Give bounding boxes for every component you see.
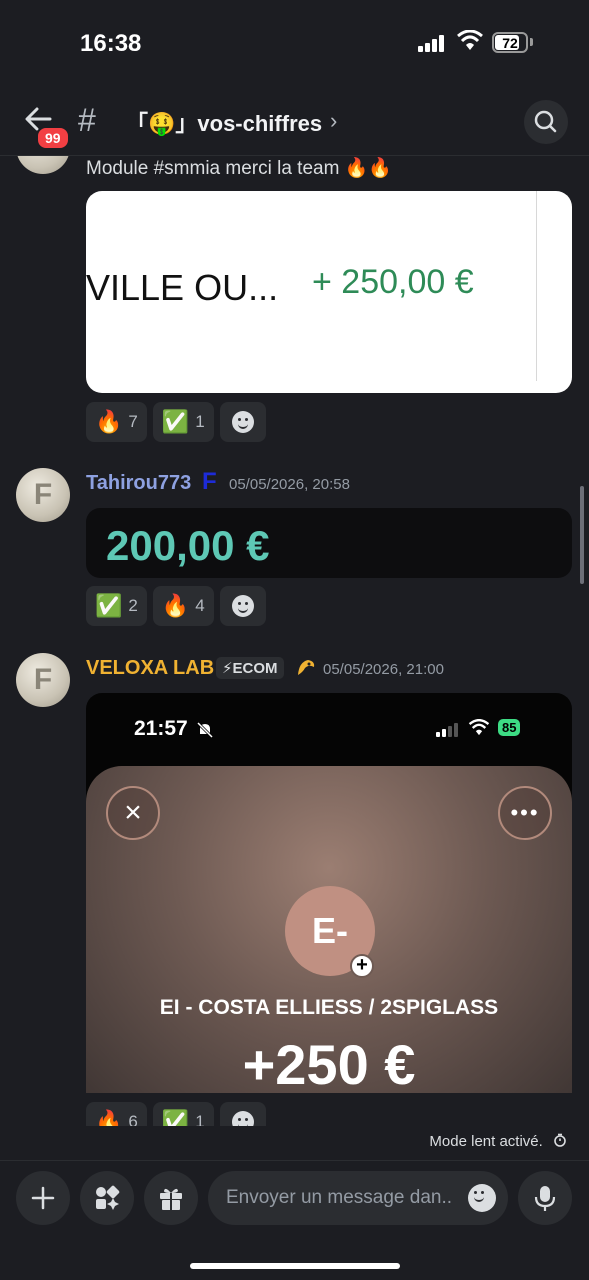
add-reaction-button[interactable] [219,586,266,626]
timestamp: 05/05/2026, 20:58 [229,476,350,493]
user-badge: F [202,468,217,495]
battery-icon: 85 [498,719,521,736]
hash-icon: # [78,102,96,138]
reaction-fire[interactable]: 🔥 6 [86,1102,147,1126]
chevron-right-icon[interactable]: › [330,108,337,134]
reaction-check[interactable]: ✅ 1 [152,1102,214,1126]
bell-muted-icon [196,721,214,739]
reaction-bar: 🔥 6 ✅ 1 [86,1102,266,1126]
voice-message-button[interactable] [518,1171,572,1225]
message-placeholder: Envoyer un message dan.. [226,1187,453,1208]
battery-level: 72 [502,35,518,51]
message-text: Module #smmia merci la team 🔥🔥 [86,158,393,179]
home-indicator [190,1263,400,1269]
reaction-fire[interactable]: 🔥 4 [152,586,214,626]
wifi-icon [457,30,483,50]
add-attachment-button[interactable] [16,1171,70,1225]
avatar[interactable]: F [16,156,70,174]
reaction-check[interactable]: ✅ 1 [152,402,214,442]
apps-icon [96,1185,120,1210]
apps-button[interactable] [80,1171,134,1225]
reaction-bar: 🔥 7 ✅ 1 [86,402,266,442]
username[interactable]: VELOXA LAB [86,657,214,680]
image-text: VILLE OU... [86,267,279,308]
add-reaction-button[interactable] [219,402,266,442]
message-composer: Envoyer un message dan.. [0,1160,589,1280]
screenshot-time: 21:57 [134,717,188,740]
username[interactable]: Tahirou773 [86,472,191,495]
unread-badge: 99 [36,126,70,150]
avatar[interactable]: F [16,468,70,522]
stopwatch-icon [554,1133,566,1147]
search-icon [534,110,557,133]
signal-icon [418,34,448,52]
more-options-icon: ••• [498,786,552,840]
status-time: 16:38 [80,30,142,57]
slow-mode-notice: Mode lent activé. [429,1133,567,1150]
plus-icon: + [350,954,374,978]
message-input[interactable]: Envoyer un message dan.. [208,1171,508,1225]
plus-icon [31,1186,55,1210]
add-reaction-button[interactable] [219,1102,266,1126]
smiley-icon [231,1111,254,1126]
transaction-amount: +250 € [242,1033,416,1093]
image-attachment[interactable]: VILLE OU... + 250,00 € [86,191,572,393]
message-list[interactable]: F Module #smmia merci la team 🔥🔥 VILLE O… [0,156,589,1126]
scrollbar[interactable] [580,486,584,584]
channel-header: 99 # 「🤑」vos-chiffres › [0,88,589,156]
reaction-bar: ✅ 2 🔥 4 [86,586,266,626]
channel-name[interactable]: 「🤑」vos-chiffres [126,106,322,138]
reaction-check[interactable]: ✅ 2 [86,586,147,626]
emoji-picker-icon[interactable] [468,1184,496,1212]
timestamp: 05/05/2026, 21:00 [323,661,444,678]
transaction-sheet: × ••• E- + EI - COSTA ELLIESS / 2SPIGLAS… [86,766,572,1093]
search-button[interactable] [524,100,568,144]
microphone-icon [534,1186,556,1211]
merchant-name: EI - COSTA ELLIESS / 2SPIGLASS [159,996,499,1019]
gift-icon [160,1188,182,1210]
battery-icon: 72 [492,32,528,53]
smiley-icon [231,411,254,433]
reaction-fire[interactable]: 🔥 7 [86,402,147,442]
close-icon: × [106,786,160,840]
image-attachment[interactable]: 21:57 85 × ••• E- + EI - COSTA ELLIESS /… [86,693,572,1093]
status-bar: 16:38 72 [0,0,589,88]
wifi-icon [468,719,490,736]
gift-button[interactable] [144,1171,198,1225]
server-tag: ⚡ECOM [216,657,284,679]
image-attachment[interactable]: 200,00 € [86,508,572,578]
guild-badge-icon [298,660,315,675]
smiley-icon [231,595,254,617]
image-amount: + 250,00 € [312,263,474,301]
amount-value: 200,00 € [106,522,270,569]
avatar[interactable]: F [16,653,70,707]
slow-mode-text: Mode lent activé. [429,1133,543,1150]
signal-icon [436,721,460,737]
